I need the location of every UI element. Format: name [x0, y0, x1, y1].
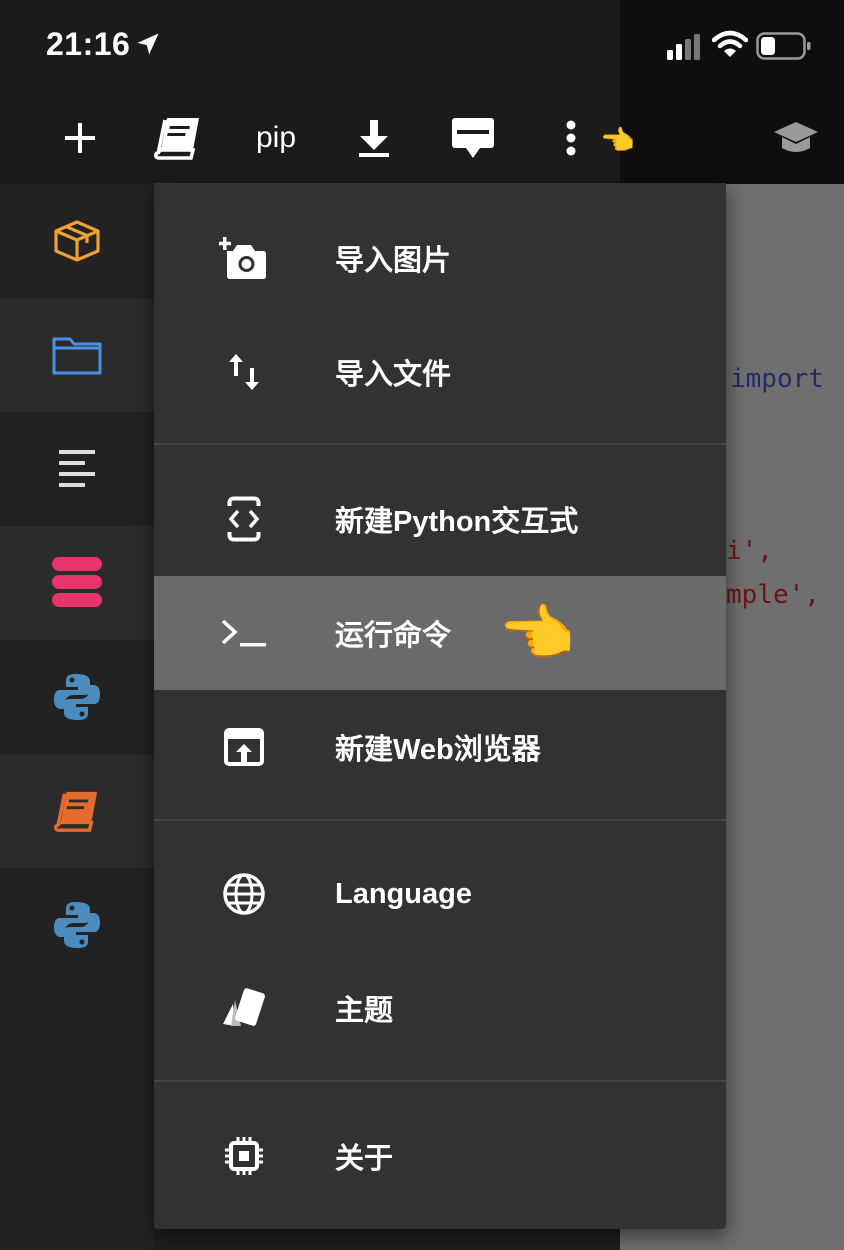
code-line-import: import	[730, 364, 824, 394]
download-button[interactable]	[352, 112, 396, 164]
interactive-code-icon	[227, 496, 261, 542]
sidebar-item-packages[interactable]	[0, 184, 154, 298]
menu-item-label: 导入图片	[335, 245, 452, 277]
sidebar-item-outline[interactable]	[0, 412, 154, 526]
menu-item-import-image[interactable]: 导入图片	[154, 201, 726, 315]
status-time: 21:16	[46, 26, 131, 62]
wifi-icon	[712, 30, 748, 57]
database-icon	[52, 557, 102, 607]
menu-separator	[154, 1080, 726, 1082]
pip-label: pip	[255, 121, 297, 154]
menu-item-label: 运行命令	[335, 620, 452, 652]
cellular-signal-icon	[667, 34, 700, 60]
add-button[interactable]	[58, 112, 102, 164]
theme-cards-icon	[223, 988, 265, 1026]
import-arrows-icon	[229, 354, 259, 390]
toolbar: pip	[0, 92, 844, 184]
sidebar-item-python[interactable]	[0, 640, 154, 754]
display-button[interactable]	[446, 112, 500, 164]
more-vertical-icon	[566, 120, 576, 156]
menu-item-import-file[interactable]: 导入文件	[154, 315, 726, 429]
battery-icon	[756, 32, 811, 60]
terminal-icon	[221, 619, 266, 647]
docs-button[interactable]	[152, 112, 204, 164]
menu-item-language[interactable]: Language	[154, 837, 726, 951]
pointing-hand-icon: 👈	[498, 600, 576, 669]
menu-item-label: 新建Python交互式	[335, 506, 579, 538]
menu-item-label: 主题	[335, 995, 394, 1027]
sidebar-item-files[interactable]	[0, 298, 154, 412]
graduation-cap-icon	[774, 122, 818, 152]
pointing-hand-icon: 👈	[600, 125, 635, 156]
book-icon	[154, 118, 199, 160]
menu-item-theme[interactable]: 主题	[154, 951, 726, 1065]
more-menu-button[interactable]	[554, 112, 588, 164]
menu-item-label: 新建Web浏览器	[335, 734, 541, 766]
location-arrow-icon	[137, 33, 159, 55]
sidebar	[0, 184, 154, 1250]
menu-item-label: Language	[335, 877, 472, 910]
menu-item-new-python-interactive[interactable]: 新建Python交互式	[154, 462, 726, 576]
menu-item-run-command[interactable]: 运行命令	[154, 576, 726, 690]
menu-item-new-web-browser[interactable]: 新建Web浏览器	[154, 690, 726, 804]
chip-icon	[225, 1137, 263, 1175]
open-browser-icon	[224, 728, 264, 766]
outline-icon	[59, 450, 95, 487]
learn-button[interactable]	[770, 112, 822, 164]
sidebar-item-database[interactable]	[0, 526, 154, 640]
sidebar-item-notebook[interactable]	[0, 754, 154, 868]
menu-item-about[interactable]: 关于	[154, 1099, 726, 1213]
menu-item-label: 关于	[335, 1143, 394, 1175]
menu-separator	[154, 443, 726, 445]
package-icon	[54, 220, 100, 262]
python-icon	[54, 674, 100, 720]
download-icon	[359, 120, 389, 157]
add-photo-icon	[219, 237, 266, 279]
code-line-string-2: mple',	[726, 580, 820, 610]
sidebar-item-python-2[interactable]	[0, 868, 154, 982]
more-menu: 导入图片 导入文件 新建Python交互式 运行命令 新建Web浏览器 Lang…	[154, 183, 726, 1229]
menu-item-label: 导入文件	[335, 359, 452, 391]
pip-button[interactable]: pip	[246, 112, 306, 164]
folder-icon	[52, 337, 102, 375]
display-board-icon	[452, 118, 494, 158]
notebook-icon	[54, 791, 98, 832]
globe-icon	[223, 873, 265, 915]
python-icon	[54, 902, 100, 948]
menu-separator	[154, 819, 726, 821]
plus-icon	[65, 123, 95, 153]
status-bar: 21:16	[0, 0, 844, 92]
code-line-string-1: i',	[726, 536, 773, 566]
